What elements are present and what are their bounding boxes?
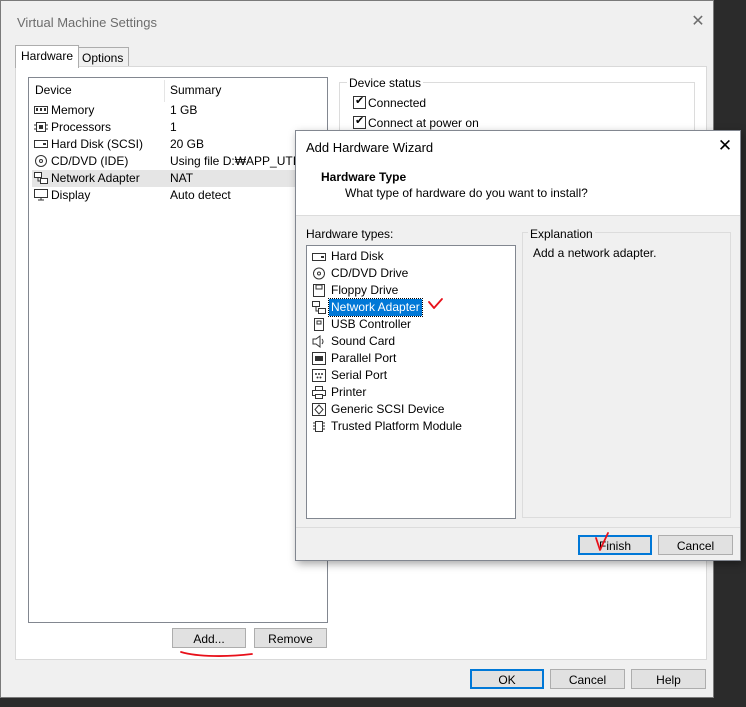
- network-adapter-icon: [312, 301, 326, 314]
- explanation-group: [522, 232, 731, 518]
- device-row-processors[interactable]: Processors 1: [32, 119, 322, 136]
- column-divider[interactable]: [164, 80, 165, 102]
- hardware-item-label: CD/DVD Drive: [331, 266, 409, 280]
- device-name: CD/DVD (IDE): [51, 154, 129, 168]
- device-summary: 20 GB: [170, 137, 205, 151]
- connect-at-power-on-checkbox[interactable]: ✔: [353, 115, 366, 129]
- display-icon: [34, 189, 48, 201]
- hard-disk-icon: [312, 253, 326, 261]
- checkmark-icon: ✔: [355, 115, 365, 127]
- floppy-icon: [313, 284, 325, 297]
- connected-checkbox[interactable]: ✔: [353, 95, 366, 109]
- cd-dvd-icon: [35, 155, 47, 167]
- hardware-item-label: Hard Disk: [331, 249, 384, 263]
- add-hardware-wizard: Add Hardware Wizard ✕ Hardware Type What…: [295, 130, 741, 561]
- tab-hardware[interactable]: Hardware: [15, 45, 80, 68]
- device-status-title: Device status: [347, 76, 424, 90]
- explanation-title: Explanation: [528, 227, 595, 241]
- finish-button[interactable]: Finish: [578, 535, 652, 555]
- hardware-item-label: Sound Card: [331, 334, 396, 348]
- network-adapter-icon: [34, 172, 48, 184]
- device-name: Display: [51, 188, 91, 202]
- device-row-hard-disk[interactable]: Hard Disk (SCSI) 20 GB: [32, 136, 322, 153]
- wizard-page-title: Hardware Type: [321, 170, 407, 184]
- hardware-item-label: USB Controller: [331, 317, 412, 331]
- help-button[interactable]: Help: [631, 669, 706, 689]
- column-header-device[interactable]: Device: [35, 83, 72, 97]
- cd-dvd-icon: [313, 267, 325, 280]
- device-row-network-adapter[interactable]: Network Adapter NAT: [32, 170, 322, 187]
- connected-label[interactable]: Connected: [368, 96, 426, 110]
- usb-icon: [314, 318, 324, 331]
- hardware-types-label: Hardware types:: [306, 227, 394, 241]
- device-name: Hard Disk (SCSI): [51, 137, 144, 151]
- device-name: Memory: [51, 103, 95, 117]
- hard-disk-icon: [34, 140, 48, 148]
- hardware-item-label: Printer: [331, 385, 367, 399]
- close-icon[interactable]: ✕: [689, 13, 707, 31]
- device-summary: 1: [170, 120, 177, 134]
- window-title: Virtual Machine Settings: [17, 15, 157, 30]
- device-name: Network Adapter: [51, 171, 140, 185]
- device-row-display[interactable]: Display Auto detect: [32, 187, 322, 204]
- processor-icon: [34, 122, 48, 132]
- device-name: Processors: [51, 120, 112, 134]
- device-summary: NAT: [170, 171, 194, 185]
- close-icon[interactable]: ✕: [716, 137, 734, 155]
- hardware-item-label: Trusted Platform Module: [331, 419, 462, 433]
- divider: [296, 527, 740, 528]
- column-header-summary[interactable]: Summary: [170, 83, 221, 97]
- scsi-device-icon: [312, 403, 326, 416]
- checkmark-icon: ✔: [355, 95, 365, 107]
- wizard-title: Add Hardware Wizard: [306, 140, 434, 155]
- device-row-memory[interactable]: Memory 1 GB: [32, 102, 322, 119]
- parallel-port-icon: [312, 352, 326, 365]
- tab-options[interactable]: Options: [76, 47, 130, 68]
- wizard-cancel-button[interactable]: Cancel: [658, 535, 733, 555]
- serial-port-icon: [312, 369, 326, 382]
- connect-at-power-on-label[interactable]: Connect at power on: [368, 116, 479, 130]
- hardware-item-label: Generic SCSI Device: [331, 402, 445, 416]
- sound-card-icon: [312, 335, 324, 348]
- memory-icon: [34, 106, 48, 114]
- ok-button[interactable]: OK: [470, 669, 544, 689]
- hardware-item-label: Floppy Drive: [331, 283, 399, 297]
- device-row-cd-dvd[interactable]: CD/DVD (IDE) Using file D:₩APP_UTIL₩(: [32, 153, 322, 170]
- device-summary: 1 GB: [170, 103, 198, 117]
- cancel-button[interactable]: Cancel: [550, 669, 625, 689]
- hardware-item-label: Network Adapter: [328, 298, 423, 317]
- remove-button[interactable]: Remove: [254, 628, 327, 648]
- tpm-icon: [313, 421, 325, 432]
- hardware-item-label: Parallel Port: [331, 351, 397, 365]
- explanation-text: Add a network adapter.: [533, 246, 657, 260]
- device-summary: Auto detect: [170, 188, 231, 202]
- printer-icon: [312, 386, 326, 399]
- add-button[interactable]: Add...: [172, 628, 246, 648]
- wizard-page-subtitle: What type of hardware do you want to ins…: [345, 186, 588, 200]
- hardware-item-label: Serial Port: [331, 368, 388, 382]
